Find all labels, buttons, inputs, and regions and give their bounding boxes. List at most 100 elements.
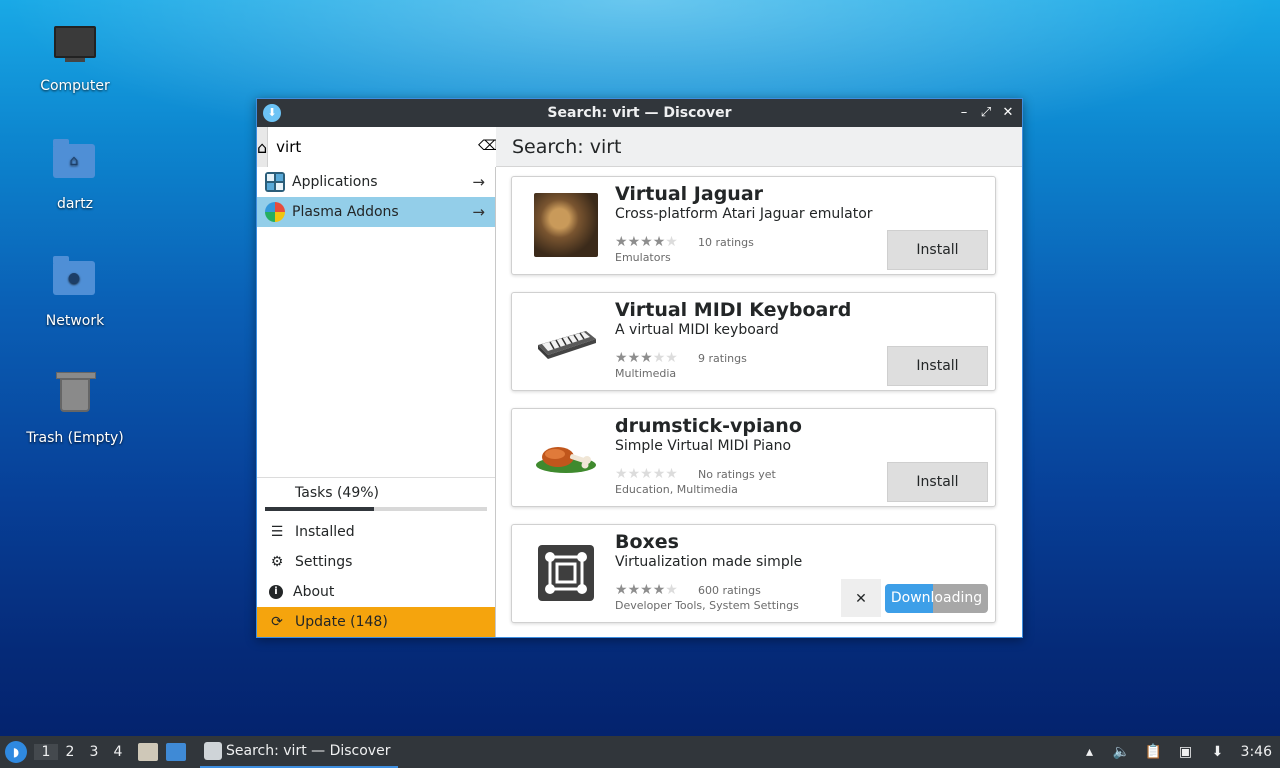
- install-button[interactable]: Install: [887, 346, 988, 386]
- star-filled-icon: ★: [652, 234, 666, 250]
- ratings-count: 600 ratings: [698, 584, 761, 597]
- boxes-thumbnail: [534, 541, 598, 605]
- star-empty-icon: ★: [615, 466, 628, 482]
- star-empty-icon: ★: [665, 466, 678, 482]
- info-icon: i: [269, 585, 283, 599]
- app-summary: A virtual MIDI keyboard: [615, 322, 779, 338]
- discover-task-icon: [204, 742, 222, 760]
- download-progress-bar: Downloading: [885, 584, 988, 613]
- star-empty-icon: ★: [640, 466, 653, 482]
- nav-label: Update (148): [295, 614, 388, 630]
- desktop-icon-network[interactable]: ● Network: [15, 255, 135, 329]
- minimize-button[interactable]: –: [956, 103, 972, 123]
- workspace-4[interactable]: 4: [106, 744, 130, 760]
- star-empty-icon: ★: [665, 582, 678, 598]
- app-name[interactable]: Boxes: [615, 531, 679, 553]
- tasks-button[interactable]: Tasks (49%): [257, 477, 495, 507]
- nav-label: About: [293, 584, 335, 600]
- cancel-download-button[interactable]: ✕: [841, 579, 881, 617]
- tasks-progress-bar: [265, 507, 487, 511]
- home-button[interactable]: ⌂: [257, 127, 269, 167]
- star-filled-icon: ★: [615, 234, 628, 250]
- taskbar-window-discover[interactable]: Search: virt — Discover: [200, 736, 399, 768]
- app-summary: Simple Virtual MIDI Piano: [615, 438, 792, 454]
- home-icon: ⌂: [257, 137, 268, 157]
- star-filled-icon: ★: [640, 582, 653, 598]
- tray-expand-icon[interactable]: ▴: [1081, 743, 1099, 761]
- star-filled-icon: ★: [615, 350, 628, 366]
- clear-search-icon[interactable]: ⌫: [478, 138, 498, 154]
- sidebar-item-applications[interactable]: Applications →: [257, 167, 495, 197]
- app-name[interactable]: drumstick-vpiano: [615, 415, 802, 437]
- star-filled-icon: ★: [615, 582, 628, 598]
- ratings-count: 9 ratings: [698, 352, 747, 365]
- nav-installed[interactable]: ☰ Installed: [257, 517, 495, 547]
- computer-icon: [53, 26, 97, 70]
- install-button[interactable]: Install: [887, 462, 988, 502]
- gear-icon: ⚙: [270, 554, 284, 570]
- workspace-3[interactable]: 3: [82, 744, 106, 760]
- tasks-progress-fill: [265, 507, 374, 511]
- start-menu-icon[interactable]: ◗: [5, 741, 27, 763]
- desktop-icon-home[interactable]: ⌂ dartz: [15, 138, 135, 212]
- maximize-button[interactable]: ⤢: [978, 103, 994, 123]
- app-name[interactable]: Virtual MIDI Keyboard: [615, 299, 851, 321]
- result-card-drumstick-vpiano[interactable]: drumstick-vpiano Simple Virtual MIDI Pia…: [511, 408, 996, 507]
- trash-icon: [53, 372, 97, 422]
- star-filled-icon: ★: [627, 234, 641, 250]
- results-list[interactable]: Virtual Jaguar Cross-platform Atari Jagu…: [496, 167, 1022, 637]
- workspace-2[interactable]: 2: [58, 744, 82, 760]
- taskbar: ◗ 1 2 3 4 Search: virt — Discover ▴ 🔈 📋 …: [0, 736, 1280, 768]
- rating-stars: ★★★★★: [615, 350, 678, 366]
- arrow-right-icon: →: [472, 173, 485, 191]
- nav-about[interactable]: i About: [257, 577, 495, 607]
- network-icon[interactable]: ▣: [1177, 743, 1195, 761]
- volume-icon[interactable]: 🔈: [1113, 743, 1131, 761]
- show-desktop-icon[interactable]: [166, 743, 186, 761]
- star-empty-icon: ★: [652, 466, 666, 482]
- clock[interactable]: 3:46: [1241, 744, 1272, 760]
- desktop-icon-computer[interactable]: Computer: [15, 22, 135, 94]
- search-input[interactable]: [268, 127, 505, 167]
- window-titlebar[interactable]: ⬇ Search: virt — Discover – ⤢ ✕: [257, 99, 1022, 127]
- task-title: Search: virt — Discover: [226, 743, 391, 759]
- desktop-icon-trash[interactable]: Trash (Empty): [15, 370, 135, 446]
- arrow-right-icon: →: [472, 203, 485, 221]
- jaguar-thumbnail: [534, 193, 598, 257]
- install-button[interactable]: Install: [887, 230, 988, 270]
- desktop-icon-label: Trash (Empty): [26, 430, 124, 446]
- desktop-icon-label: dartz: [56, 196, 94, 212]
- main-content: Search: virt Virtual Jaguar Cross-platfo…: [496, 127, 1022, 637]
- result-card-boxes[interactable]: Boxes Virtualization made simple ★★★★★ 6…: [511, 524, 996, 623]
- system-tray: ▴ 🔈 📋 ▣ ⬇ 3:46: [1081, 736, 1280, 768]
- list-icon: ☰: [270, 524, 284, 540]
- discover-window: ⬇ Search: virt — Discover – ⤢ ✕ ⌂ ⌫: [256, 98, 1023, 638]
- update-icon: ⟳: [271, 614, 283, 630]
- app-categories: Education, Multimedia: [615, 483, 738, 496]
- ratings-count: 10 ratings: [698, 236, 754, 249]
- nav-label: Installed: [295, 524, 355, 540]
- app-categories: Multimedia: [615, 367, 677, 380]
- sidebar-item-label: Applications: [292, 174, 378, 190]
- star-empty-icon: ★: [652, 350, 666, 366]
- plasma-addons-icon: [265, 202, 285, 222]
- update-notifier-icon[interactable]: ⬇: [1209, 743, 1227, 761]
- result-card-virtual-jaguar[interactable]: Virtual Jaguar Cross-platform Atari Jagu…: [511, 176, 996, 275]
- star-filled-icon: ★: [627, 350, 641, 366]
- star-empty-icon: ★: [665, 234, 678, 250]
- star-filled-icon: ★: [640, 350, 653, 366]
- star-filled-icon: ★: [640, 234, 653, 250]
- nav-update[interactable]: ⟳ Update (148): [257, 607, 495, 637]
- result-card-virtual-midi-keyboard[interactable]: Virtual MIDI Keyboard A virtual MIDI key…: [511, 292, 996, 391]
- discover-app-icon[interactable]: ⬇: [263, 104, 281, 122]
- workspace-1[interactable]: 1: [34, 744, 58, 760]
- nav-settings[interactable]: ⚙ Settings: [257, 547, 495, 577]
- app-name[interactable]: Virtual Jaguar: [615, 183, 763, 205]
- file-manager-launcher-icon[interactable]: [138, 743, 158, 761]
- rating-stars: ★★★★★: [615, 582, 678, 598]
- sidebar-item-plasma-addons[interactable]: Plasma Addons →: [257, 197, 495, 227]
- close-button[interactable]: ✕: [1000, 103, 1016, 123]
- app-summary: Virtualization made simple: [615, 554, 803, 570]
- clipboard-icon[interactable]: 📋: [1145, 743, 1163, 761]
- ratings-count: No ratings yet: [698, 468, 776, 481]
